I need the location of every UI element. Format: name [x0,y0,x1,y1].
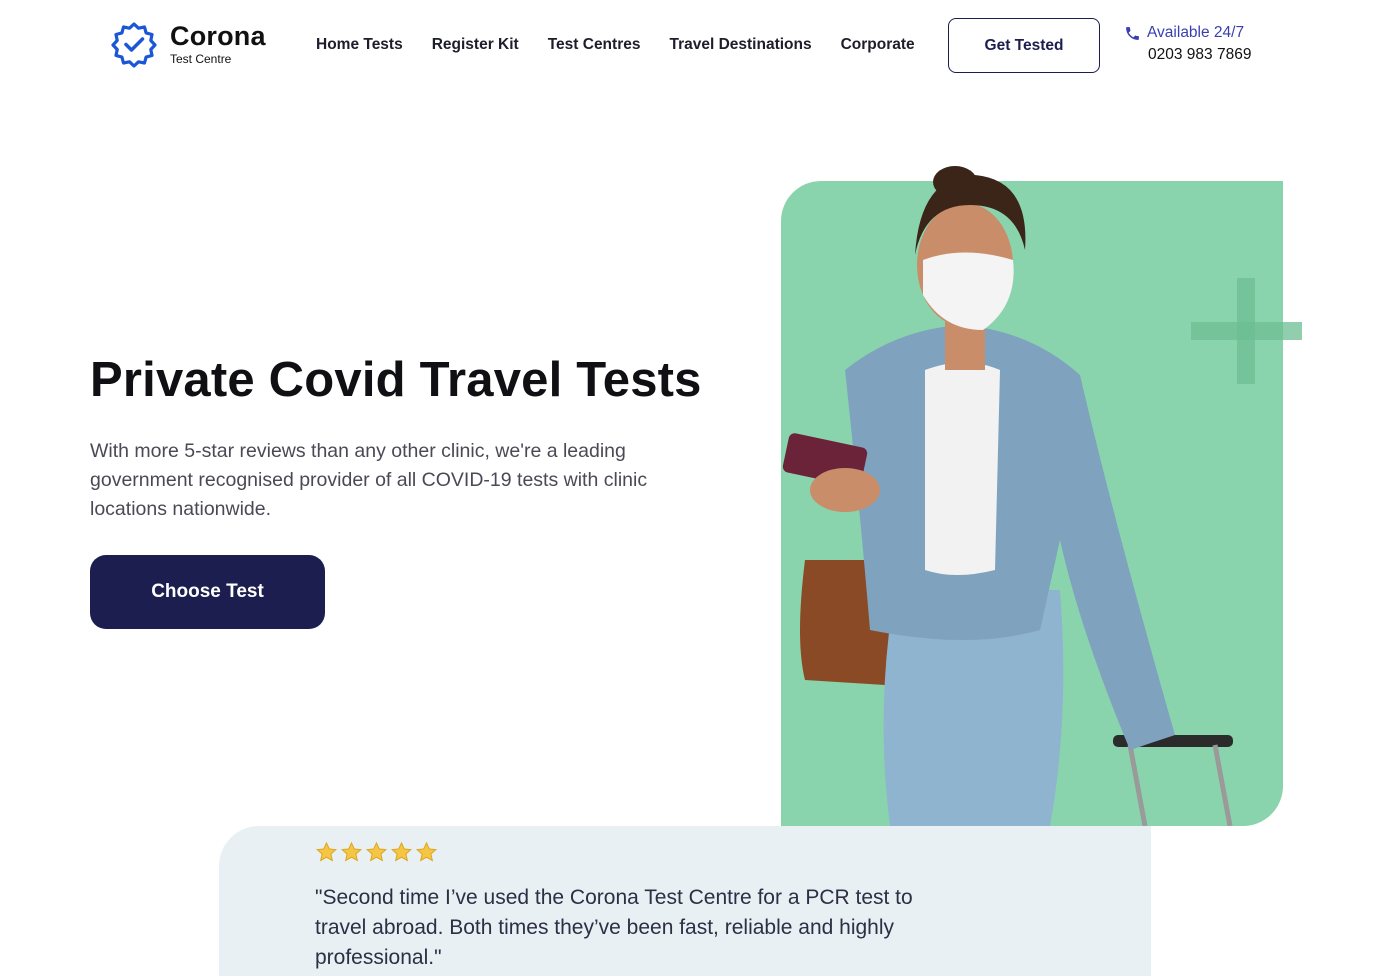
nav-link-travel-destinations[interactable]: Travel Destinations [669,36,811,54]
hero-title: Private Covid Travel Tests [90,353,702,407]
site-header: Corona Test Centre Home Tests Register K… [0,0,1378,92]
phone-number-link[interactable]: 0203 983 7869 [1148,46,1251,64]
review-card: "Second time I’ve used the Corona Test C… [219,826,1151,976]
star-icon [365,841,388,862]
nav-link-corporate[interactable]: Corporate [841,36,915,54]
review-quote: "Second time I’ve used the Corona Test C… [315,886,913,969]
get-tested-button[interactable]: Get Tested [948,18,1100,73]
availability-text: Available 24/7 [1147,24,1245,41]
phone-icon [1126,26,1139,40]
badge-check-icon [111,22,157,68]
star-icon [315,841,338,862]
star-rating [315,841,438,864]
star-icon [415,841,438,862]
traveller-woman-image [782,166,1233,826]
brand-subtitle: Test Centre [170,52,232,66]
hero-description: With more 5-star reviews than any other … [90,440,648,520]
nav-link-home-tests[interactable]: Home Tests [316,36,403,54]
main-nav: Home Tests Register Kit Test Centres Tra… [316,36,915,54]
star-icon [390,841,413,862]
nav-link-register-kit[interactable]: Register Kit [432,36,519,54]
brand-name: Corona [170,21,266,51]
brand-logo[interactable]: Corona Test Centre [110,20,266,68]
nav-link-test-centres[interactable]: Test Centres [548,36,641,54]
star-icon [340,841,363,862]
choose-test-button[interactable]: Choose Test [90,555,325,629]
contact-info: Available 24/7 0203 983 7869 [1124,24,1251,64]
